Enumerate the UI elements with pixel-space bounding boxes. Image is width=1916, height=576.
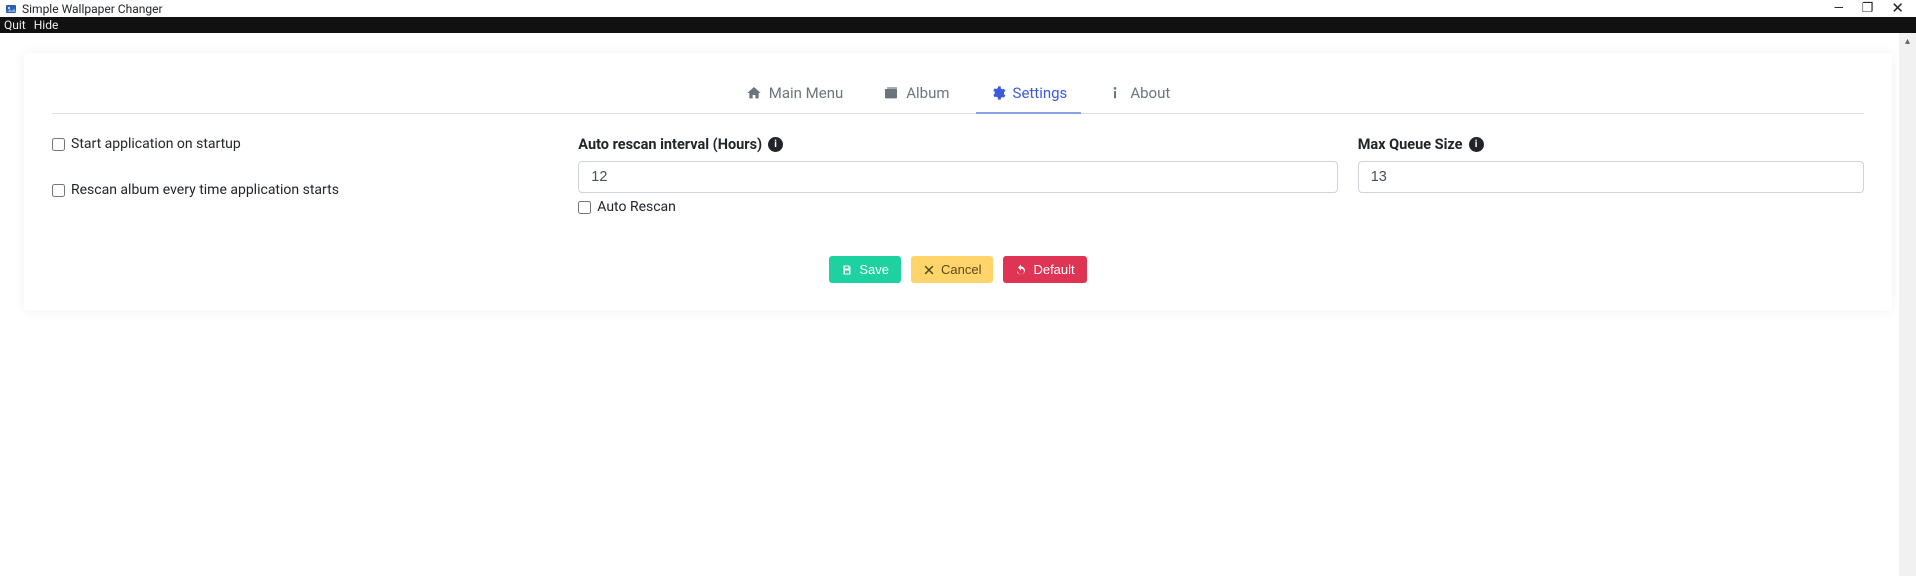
left-column: Start application on startup Rescan albu… (52, 136, 558, 228)
rescan-startup-checkbox-group[interactable]: Rescan album every time application star… (52, 182, 558, 198)
button-row: Save Cancel Default (52, 256, 1864, 283)
cancel-label: Cancel (941, 262, 981, 277)
maximize-button[interactable]: ❐ (1862, 2, 1874, 15)
save-label: Save (859, 262, 889, 277)
card: Main Menu Album Settings About Start app… (24, 53, 1892, 311)
rescan-startup-label: Rescan album every time application star… (71, 182, 339, 198)
titlebar: Simple Wallpaper Changer — ❐ ✕ (0, 0, 1916, 17)
cancel-button[interactable]: Cancel (911, 256, 993, 283)
auto-rescan-checkbox[interactable] (578, 201, 591, 214)
max-queue-label: Max Queue Size i (1358, 136, 1864, 153)
rescan-interval-input[interactable] (578, 161, 1337, 193)
menu-quit[interactable]: Quit (4, 18, 26, 32)
default-label: Default (1033, 262, 1074, 277)
tab-about[interactable]: About (1093, 74, 1184, 114)
window-controls: — ❐ ✕ (1834, 1, 1912, 16)
info-icon (1107, 85, 1123, 101)
rescan-interval-label: Auto rescan interval (Hours) i (578, 136, 1337, 153)
scrollbar[interactable]: ▴ (1899, 33, 1916, 576)
album-icon (883, 85, 899, 101)
scroll-up-icon[interactable]: ▴ (1899, 33, 1916, 50)
window-title: Simple Wallpaper Changer (22, 2, 1834, 16)
tab-label: Album (906, 84, 949, 102)
settings-grid: Start application on startup Rescan albu… (52, 136, 1864, 228)
tab-album[interactable]: Album (869, 74, 963, 114)
tab-label: About (1130, 84, 1170, 102)
minimize-button[interactable]: — (1834, 2, 1844, 15)
content: Main Menu Album Settings About Start app… (0, 33, 1916, 331)
rescan-startup-checkbox[interactable] (52, 184, 65, 197)
undo-icon (1015, 264, 1027, 276)
app-icon (4, 3, 18, 15)
startup-checkbox[interactable] (52, 138, 65, 151)
tab-label: Main Menu (769, 84, 844, 102)
right-column: Max Queue Size i (1358, 136, 1864, 193)
info-icon[interactable]: i (768, 137, 783, 152)
startup-label: Start application on startup (71, 136, 241, 152)
default-button[interactable]: Default (1003, 256, 1086, 283)
menubar: Quit Hide (0, 17, 1916, 33)
info-icon[interactable]: i (1469, 137, 1484, 152)
cancel-icon (923, 264, 935, 276)
tab-label: Settings (1013, 84, 1068, 102)
gear-icon (990, 85, 1006, 101)
startup-checkbox-group[interactable]: Start application on startup (52, 136, 558, 152)
menu-hide[interactable]: Hide (34, 18, 59, 32)
max-queue-input[interactable] (1358, 161, 1864, 193)
tab-settings[interactable]: Settings (976, 74, 1082, 114)
middle-column: Auto rescan interval (Hours) i Auto Resc… (578, 136, 1337, 215)
auto-rescan-label: Auto Rescan (597, 199, 676, 215)
auto-rescan-checkbox-group[interactable]: Auto Rescan (578, 199, 1337, 215)
home-icon (746, 85, 762, 101)
save-button[interactable]: Save (829, 256, 901, 283)
save-icon (841, 264, 853, 276)
tabs: Main Menu Album Settings About (52, 73, 1864, 114)
tab-main-menu[interactable]: Main Menu (732, 74, 858, 114)
close-button[interactable]: ✕ (1891, 1, 1904, 16)
